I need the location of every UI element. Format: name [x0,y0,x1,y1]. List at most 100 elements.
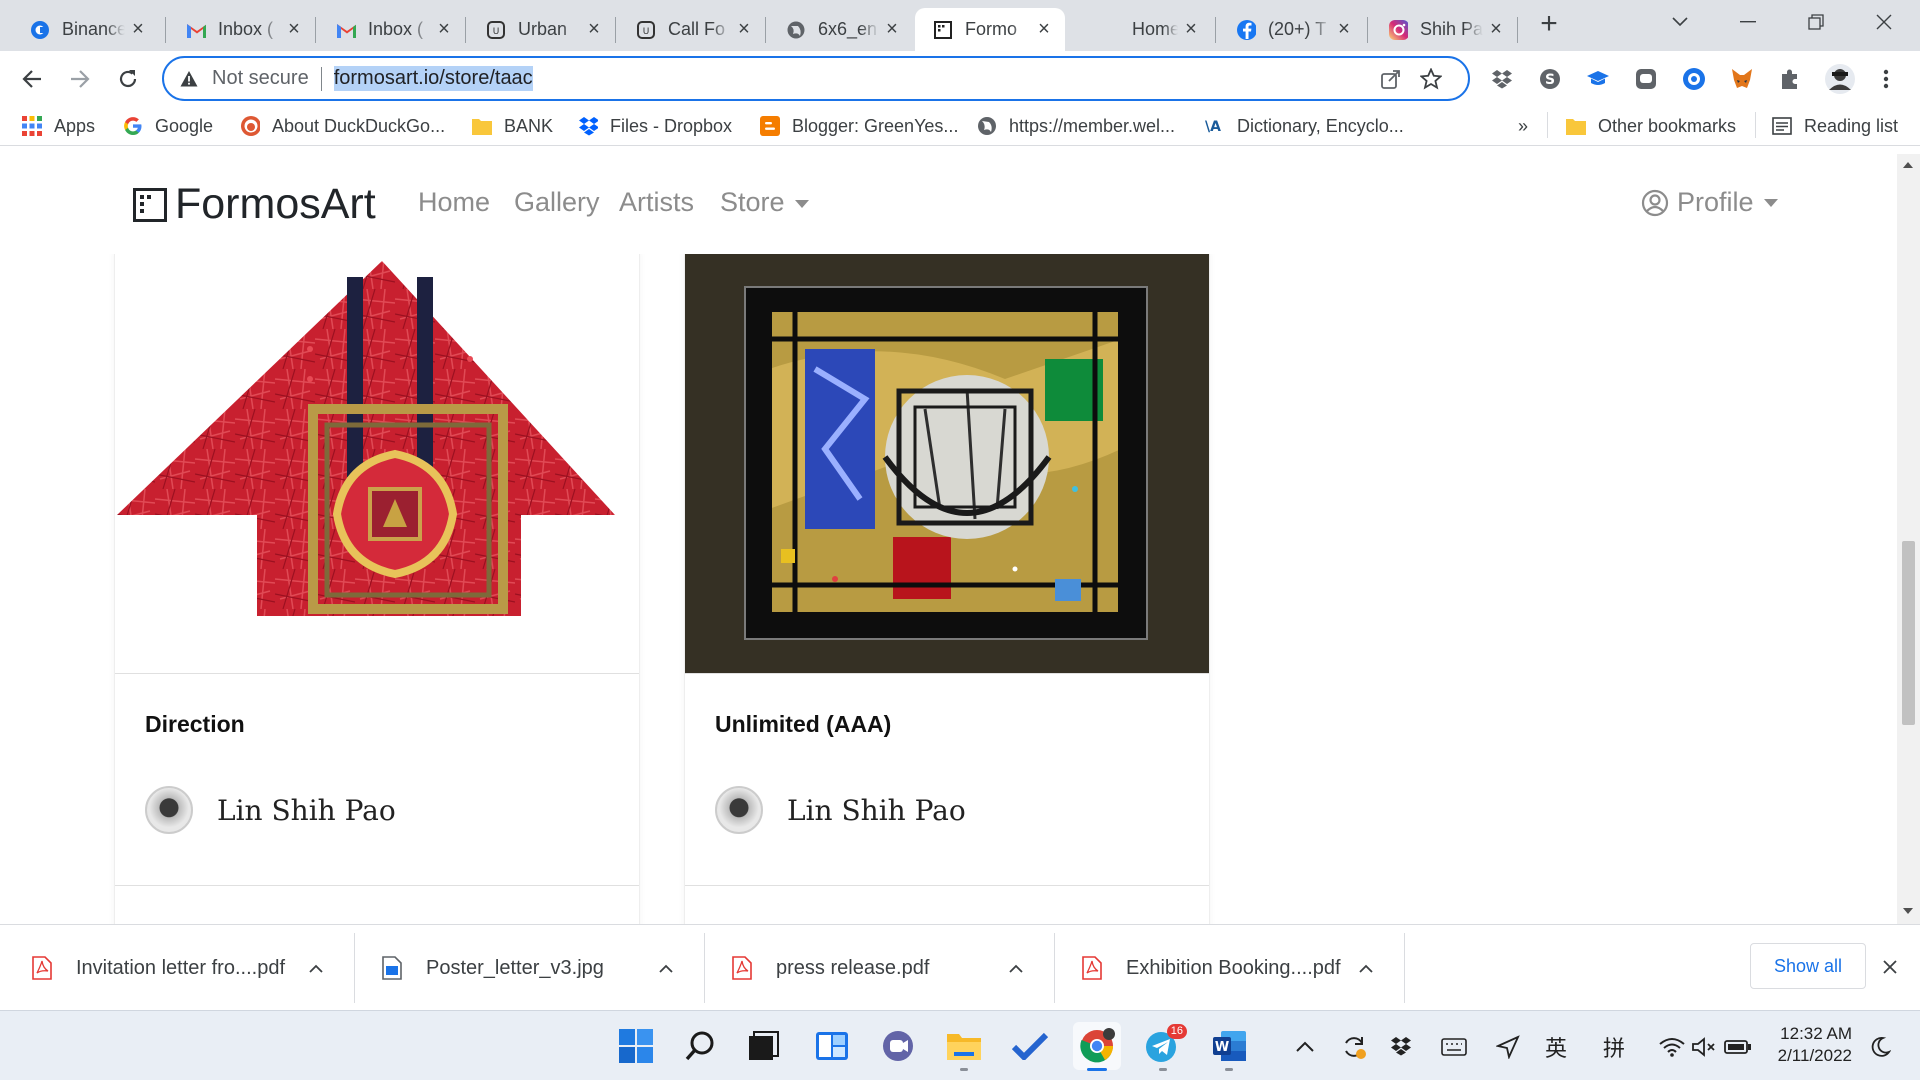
ime-language-indicator[interactable]: 英 [1542,1033,1570,1061]
art-card[interactable]: Direction Lin Shih Pao [115,249,639,924]
windows-start-icon[interactable] [612,1022,660,1070]
telegram-icon[interactable]: 16 [1139,1022,1187,1071]
dropbox-extension-icon[interactable] [1490,67,1514,91]
artwork-title[interactable]: Direction [145,711,245,738]
extensions-puzzle-icon[interactable] [1778,67,1802,91]
ime-mode-indicator[interactable]: 拼 [1600,1033,1628,1061]
close-icon[interactable]: × [1335,18,1353,40]
artist-info[interactable]: Lin Shih Pao [715,786,966,834]
show-all-downloads-button[interactable]: Show all [1750,943,1866,989]
metamask-fox-icon[interactable] [1730,67,1754,91]
widgets-icon[interactable] [808,1022,856,1070]
artwork-image-unlimited[interactable] [685,249,1209,673]
volume-muted-icon[interactable] [1690,1033,1718,1061]
artist-name[interactable]: Lin Shih Pao [787,794,966,827]
graduation-extension-icon[interactable] [1586,67,1610,91]
bookmark-member[interactable]: https://member.wel... [977,112,1175,140]
site-brand[interactable]: FormosArt [133,180,376,229]
todo-icon[interactable] [1006,1022,1054,1070]
back-button[interactable] [14,61,50,97]
profile-dropdown[interactable]: Profile [1641,187,1778,218]
art-card[interactable]: Unlimited (AAA) Lin Shih Pao [685,249,1209,924]
keyboard-icon[interactable] [1440,1033,1468,1061]
close-download-shelf-icon[interactable] [1880,957,1900,977]
forward-button[interactable] [62,61,98,97]
location-arrow-icon[interactable] [1494,1033,1522,1061]
security-label[interactable]: Not secure [212,67,309,90]
restore-icon[interactable] [1800,8,1832,36]
skype-extension-icon[interactable]: S [1538,67,1562,91]
download-item[interactable]: Invitation letter fro....pdf [0,925,348,1011]
artist-avatar[interactable] [715,786,763,834]
chevron-up-icon[interactable] [1356,958,1376,978]
tab-home[interactable]: Home × [1082,8,1212,51]
browser-menu-icon[interactable] [1874,67,1898,91]
profile-avatar[interactable] [1824,63,1856,95]
bookmarks-overflow-button[interactable]: » [1518,112,1528,140]
bookmark-bank[interactable]: BANK [472,112,553,140]
close-icon[interactable]: × [735,18,753,40]
url-text[interactable]: formosart.io/store/taac [333,66,533,91]
download-item[interactable]: Exhibition Booking....pdf [1050,925,1398,1011]
chevron-up-icon[interactable] [1006,958,1026,978]
task-view-icon[interactable] [740,1022,788,1070]
artist-name[interactable]: Lin Shih Pao [217,794,396,827]
file-explorer-icon[interactable] [940,1022,988,1071]
artwork-image-direction[interactable] [115,249,639,673]
share-icon[interactable] [1380,68,1402,95]
close-icon[interactable]: × [1182,18,1200,40]
tray-overflow-chevron-icon[interactable] [1291,1033,1319,1061]
target-extension-icon[interactable] [1682,67,1706,91]
scroll-up-arrow-icon[interactable] [1903,162,1913,168]
sync-icon[interactable] [1340,1033,1368,1061]
word-icon[interactable]: W [1205,1022,1253,1071]
other-bookmarks[interactable]: Other bookmarks [1566,112,1736,140]
system-clock[interactable]: 12:32 AM 2/11/2022 [1762,1023,1852,1067]
bookmark-apps[interactable]: Apps [22,112,95,140]
wifi-icon[interactable] [1658,1033,1686,1061]
tab-instagram[interactable]: Shih Pa × [1370,8,1517,51]
nav-gallery[interactable]: Gallery [514,187,600,218]
bookmark-duckduckgo[interactable]: About DuckDuckGo... [240,112,445,140]
chevron-up-icon[interactable] [656,958,676,978]
address-bar[interactable]: Not secure formosart.io/store/taac [162,56,1470,101]
search-icon[interactable] [677,1022,725,1070]
notifications-moon-icon[interactable] [1866,1033,1894,1061]
tab-urban[interactable]: U Urban × [468,8,615,51]
bookmark-star-icon[interactable] [1419,67,1443,95]
artwork-title[interactable]: Unlimited (AAA) [715,711,891,738]
scrollbar-thumb[interactable] [1902,541,1915,725]
teams-chat-icon[interactable] [874,1022,922,1070]
close-icon[interactable]: × [883,18,901,40]
nav-home[interactable]: Home [418,187,490,218]
dropbox-tray-icon[interactable] [1388,1033,1416,1061]
reload-button[interactable] [110,61,146,97]
tab-gmail-2[interactable]: Inbox ( × [318,8,465,51]
battery-plugged-icon[interactable] [1724,1033,1752,1061]
tab-gmail-1[interactable]: Inbox ( × [168,8,315,51]
artist-avatar[interactable] [145,786,193,834]
close-icon[interactable]: × [129,18,147,40]
close-icon[interactable]: × [1487,18,1505,40]
download-item[interactable]: Poster_letter_v3.jpg [350,925,698,1011]
chevron-up-icon[interactable] [306,958,326,978]
tab-binance[interactable]: Binance × [12,8,159,51]
reading-list[interactable]: Reading list [1772,112,1898,140]
download-item[interactable]: press release.pdf [700,925,1048,1011]
scroll-down-arrow-icon[interactable] [1903,908,1913,914]
tab-formosart[interactable]: Formo × [915,8,1065,51]
nav-store-dropdown[interactable]: Store [720,187,809,218]
close-icon[interactable]: × [585,18,603,40]
nav-artists[interactable]: Artists [619,187,694,218]
page-scrollbar[interactable] [1897,154,1920,924]
chat-extension-icon[interactable] [1634,67,1658,91]
close-window-icon[interactable] [1868,8,1900,36]
close-icon[interactable]: × [1035,18,1053,40]
bookmark-dictionary[interactable]: \A Dictionary, Encyclo... [1205,112,1404,140]
close-icon[interactable]: × [435,18,453,40]
tab-call-for[interactable]: U Call Fo × [618,8,765,51]
new-tab-button[interactable]: + [1535,9,1563,39]
chrome-icon[interactable] [1073,1022,1121,1071]
tab-6x6[interactable]: 6x6_en × [768,8,913,51]
tab-search-chevron-icon[interactable] [1664,8,1696,36]
